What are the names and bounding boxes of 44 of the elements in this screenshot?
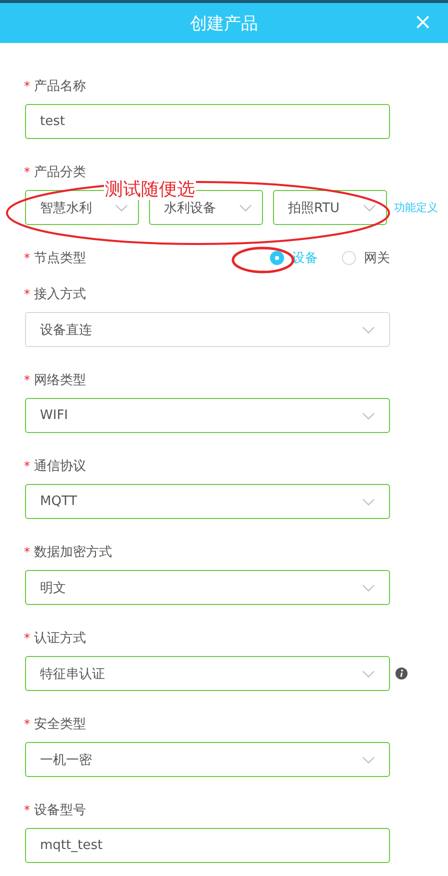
annotation-text: 测试随便选 — [104, 180, 196, 200]
field-label: 设备型号 — [34, 802, 86, 819]
select-field[interactable]: 特征串认证 — [25, 656, 390, 691]
select-field[interactable]: WIFI — [25, 398, 390, 433]
field-label: 接入方式 — [34, 286, 86, 303]
required-mark: * — [24, 545, 30, 559]
field-label: 数据加密方式 — [34, 544, 112, 561]
required-mark: * — [24, 717, 30, 731]
select-field[interactable]: 设备直连 — [25, 312, 390, 347]
dialog-title: 创建产品 — [190, 12, 258, 34]
select-field[interactable]: 拍照RTU — [273, 190, 387, 225]
chevron-down-icon — [362, 498, 375, 506]
select-field[interactable]: MQTT — [25, 484, 390, 519]
field-label: 通信协议 — [34, 458, 86, 475]
text-field[interactable]: mqtt_test — [25, 828, 390, 863]
radio-option[interactable]: 网关 — [342, 248, 390, 268]
required-mark: * — [24, 373, 30, 387]
field-label: 安全类型 — [34, 716, 86, 733]
field-label: 节点类型 — [34, 250, 86, 267]
required-mark: * — [24, 459, 30, 473]
chevron-down-icon — [363, 204, 376, 212]
select-field[interactable]: 一机一密 — [25, 742, 390, 777]
required-mark: * — [24, 79, 30, 93]
field-label: 产品名称 — [34, 78, 86, 95]
field-label: 网络类型 — [34, 372, 86, 389]
required-mark: * — [24, 803, 30, 817]
chevron-down-icon — [115, 204, 128, 212]
info-icon[interactable] — [395, 667, 408, 680]
text-field[interactable]: test — [25, 104, 390, 139]
required-mark: * — [24, 165, 30, 179]
select-field[interactable]: 明文 — [25, 570, 390, 605]
required-mark: * — [24, 631, 30, 645]
radio-button[interactable] — [342, 251, 356, 265]
chevron-down-icon — [362, 584, 375, 592]
chevron-down-icon — [362, 756, 375, 764]
required-mark: * — [24, 287, 30, 301]
chevron-down-icon — [362, 326, 375, 334]
field-label: 产品分类 — [34, 164, 86, 181]
chevron-down-icon — [239, 204, 252, 212]
required-mark: * — [24, 251, 30, 265]
chevron-down-icon — [362, 412, 375, 420]
radio-button[interactable] — [270, 251, 284, 265]
field-label: 认证方式 — [34, 630, 86, 647]
chevron-down-icon — [362, 670, 375, 678]
